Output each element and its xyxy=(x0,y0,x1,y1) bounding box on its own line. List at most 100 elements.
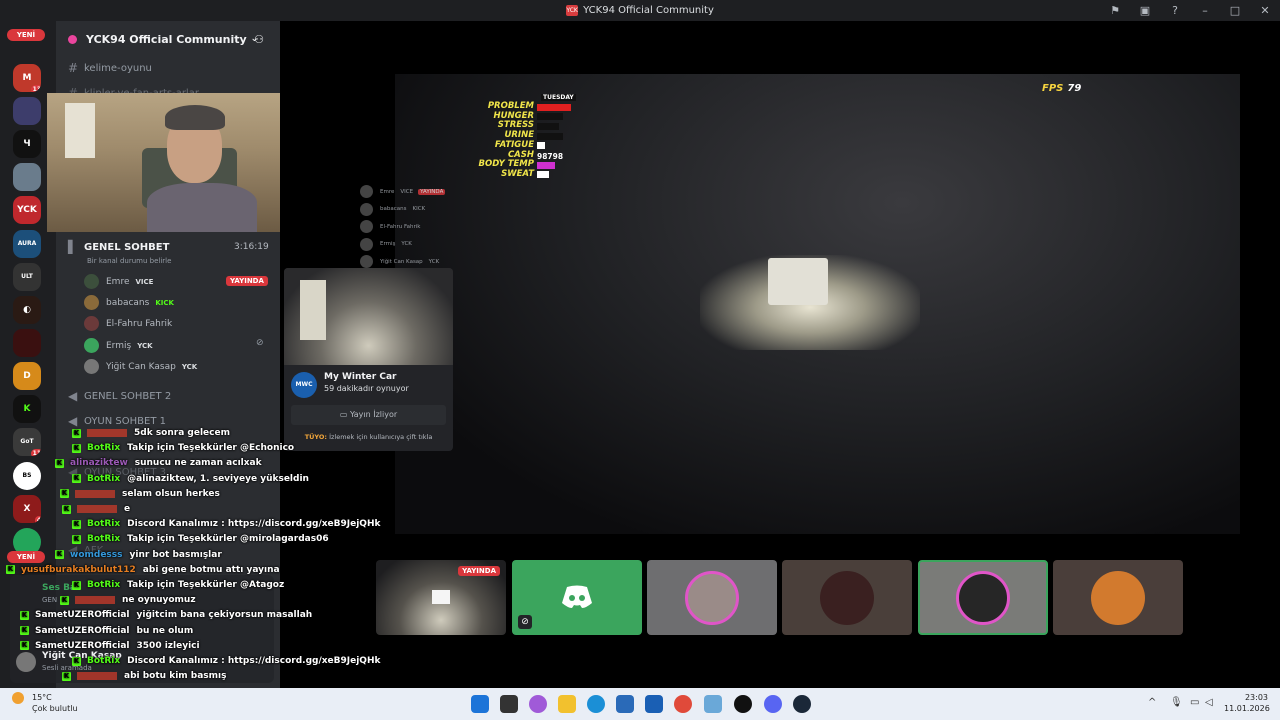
chat-text: abi gene botmu attı yayına xyxy=(142,564,280,575)
chat-text: yiğitcim bana çekiyorsun masallah xyxy=(136,610,313,621)
volume-icon[interactable]: ◁ xyxy=(1205,697,1213,708)
chat-message: K BotRix @alinaziktew, 1. seviyeye yükseld… xyxy=(72,474,309,484)
kick-icon: K xyxy=(6,565,15,575)
minimize-button[interactable]: – xyxy=(1190,4,1220,17)
kick-icon: K xyxy=(62,504,71,514)
participant-tile[interactable]: YAYINDA xyxy=(376,560,506,635)
channel-kelime-oyunu[interactable]: # kelime-oyunu xyxy=(68,61,152,75)
hud-bar xyxy=(537,142,545,150)
discord-taskbar-icon[interactable] xyxy=(764,695,782,713)
server-icon[interactable] xyxy=(13,329,41,357)
server-icon[interactable]: K xyxy=(13,395,41,423)
server-icon[interactable] xyxy=(13,97,41,125)
help-icon[interactable]: ? xyxy=(1160,4,1190,17)
kick-icon: K xyxy=(20,641,29,651)
clock[interactable]: 23:03 11.01.2026 xyxy=(1224,692,1270,714)
server-icon[interactable]: GoT 11 xyxy=(13,428,41,456)
overlay-voice-user: Emre VICE YAYINDA xyxy=(360,185,446,198)
overlay-voice-user: El-Fahru Fahrik xyxy=(360,220,421,233)
inbox-icon[interactable]: ⚑ xyxy=(1100,4,1130,17)
voice-user[interactable]: Yiğit Can Kasap YCK xyxy=(84,359,197,374)
server-icon[interactable]: ◐ xyxy=(13,296,41,324)
server-icon[interactable]: Ч xyxy=(13,130,41,158)
server-icon[interactable]: AURA xyxy=(13,230,41,258)
voice-channel-genel-sohbet-2[interactable]: ◀ GENEL SOHBET 2 xyxy=(68,389,171,403)
tray-chevron-icon[interactable]: ^ xyxy=(1148,697,1156,708)
store-icon[interactable] xyxy=(616,695,634,713)
participant-tile[interactable] xyxy=(918,560,1048,635)
voice-user[interactable]: Ermiş YCK xyxy=(84,338,153,353)
chat-text: Takip için Teşekkürler @Echonico xyxy=(127,443,295,454)
window-icon[interactable]: ▣ xyxy=(1130,4,1160,17)
server-icon[interactable]: YCK xyxy=(13,196,41,224)
chat-username: BotRix xyxy=(87,580,121,590)
server-icon[interactable]: BS xyxy=(13,462,41,490)
chat-message: K BotRix Takip için Teşekkürler @Echonico xyxy=(72,443,294,453)
voice-channel-name: GEN xyxy=(42,596,58,604)
chat-username: BotRix xyxy=(87,443,121,454)
overlay-voice-user: babacans KICK xyxy=(360,202,425,216)
close-button[interactable]: ✕ xyxy=(1250,4,1280,17)
chat-username: alinaziktew xyxy=(70,458,128,469)
avatar xyxy=(84,359,99,374)
file-explorer-icon[interactable] xyxy=(558,695,576,713)
chat-text: ne oynuyomuz xyxy=(122,595,196,606)
copilot-icon[interactable] xyxy=(529,695,547,713)
weather-widget[interactable]: 15°C Çok bulutlu xyxy=(12,692,78,713)
network-icon[interactable]: ▭ xyxy=(1190,697,1199,708)
new-badge: YENİ xyxy=(7,551,45,563)
speaker-icon: ◀ xyxy=(68,414,78,428)
kick-icon: K xyxy=(72,443,81,453)
obs-icon[interactable] xyxy=(734,695,752,713)
avatar xyxy=(84,338,99,353)
chat-text: Takip için Teşekkürler @mirolagardas06 xyxy=(127,534,329,545)
chat-message: K SametUZEROfficial bu ne olum xyxy=(20,626,193,636)
outlook-icon[interactable] xyxy=(645,695,663,713)
chat-username: womdesss xyxy=(70,549,123,560)
kick-icon: K xyxy=(62,671,71,681)
server-icon[interactable]: D xyxy=(13,362,41,390)
webcam-feed xyxy=(47,93,295,232)
user-avatar[interactable] xyxy=(16,652,36,672)
kick-icon: K xyxy=(55,550,64,560)
task-view-icon[interactable] xyxy=(500,695,518,713)
voice-user[interactable]: El-Fahru Fahrik xyxy=(84,316,172,331)
settings-icon[interactable] xyxy=(704,695,722,713)
server-icon[interactable]: M 13 xyxy=(13,64,41,92)
watching-button[interactable]: ▭ Yayın İzliyor xyxy=(291,405,446,425)
edge-icon[interactable] xyxy=(587,695,605,713)
kick-icon: K xyxy=(20,610,29,620)
participant-tile[interactable]: ⊘ xyxy=(512,560,642,635)
server-icon[interactable]: ULT xyxy=(13,263,41,291)
voice-user[interactable]: babacans KICK xyxy=(84,295,174,310)
participant-tile[interactable] xyxy=(647,560,777,635)
participant-tile[interactable] xyxy=(782,560,912,635)
microphone-icon[interactable]: 🎙 xyxy=(1170,697,1183,708)
boost-icon xyxy=(68,34,77,44)
server-icon[interactable] xyxy=(13,163,41,191)
voice-user[interactable]: Emre VICE xyxy=(84,274,153,289)
chat-text: Takip için Teşekkürler @Atagoz xyxy=(127,580,285,590)
avatar xyxy=(84,316,99,331)
chat-username: BotRix xyxy=(87,519,121,530)
chrome-icon[interactable] xyxy=(674,695,692,713)
voice-channel-genel-sohbet[interactable]: ▌ GENEL SOHBET 3:16:19 xyxy=(68,240,269,254)
app-icon: YCK xyxy=(566,5,579,16)
maximize-button[interactable]: □ xyxy=(1220,4,1250,17)
server-icon[interactable]: X4 xyxy=(13,495,41,523)
chat-message: Kyusufburakakbulut112 abi gene botmu attı… xyxy=(6,565,280,575)
channel-status[interactable]: Bir kanal durumu belirle xyxy=(87,257,171,265)
hud-bar xyxy=(537,132,563,140)
windows-start-icon[interactable] xyxy=(471,695,489,713)
server-header[interactable]: YCK94 Official Community ⌄ ⚇ xyxy=(56,21,280,57)
chat-username: BotRix xyxy=(87,534,121,545)
stream-preview-popup: MWC My Winter Car 59 dakikadır oynuyor ▭… xyxy=(284,268,453,451)
participant-tile[interactable] xyxy=(1053,560,1183,635)
avatar xyxy=(360,185,373,198)
chat-username: SametUZEROfficial xyxy=(35,625,130,636)
add-friend-icon[interactable]: ⚇ xyxy=(254,33,264,46)
chat-message: Ke xyxy=(62,504,130,514)
chat-message: K BotRix Takip için Teşekkürler @Atagoz xyxy=(72,580,284,590)
voice-channel-oyun-sohbet-1[interactable]: ◀ OYUN SOHBET 1 xyxy=(68,414,166,428)
steam-icon[interactable] xyxy=(793,695,811,713)
